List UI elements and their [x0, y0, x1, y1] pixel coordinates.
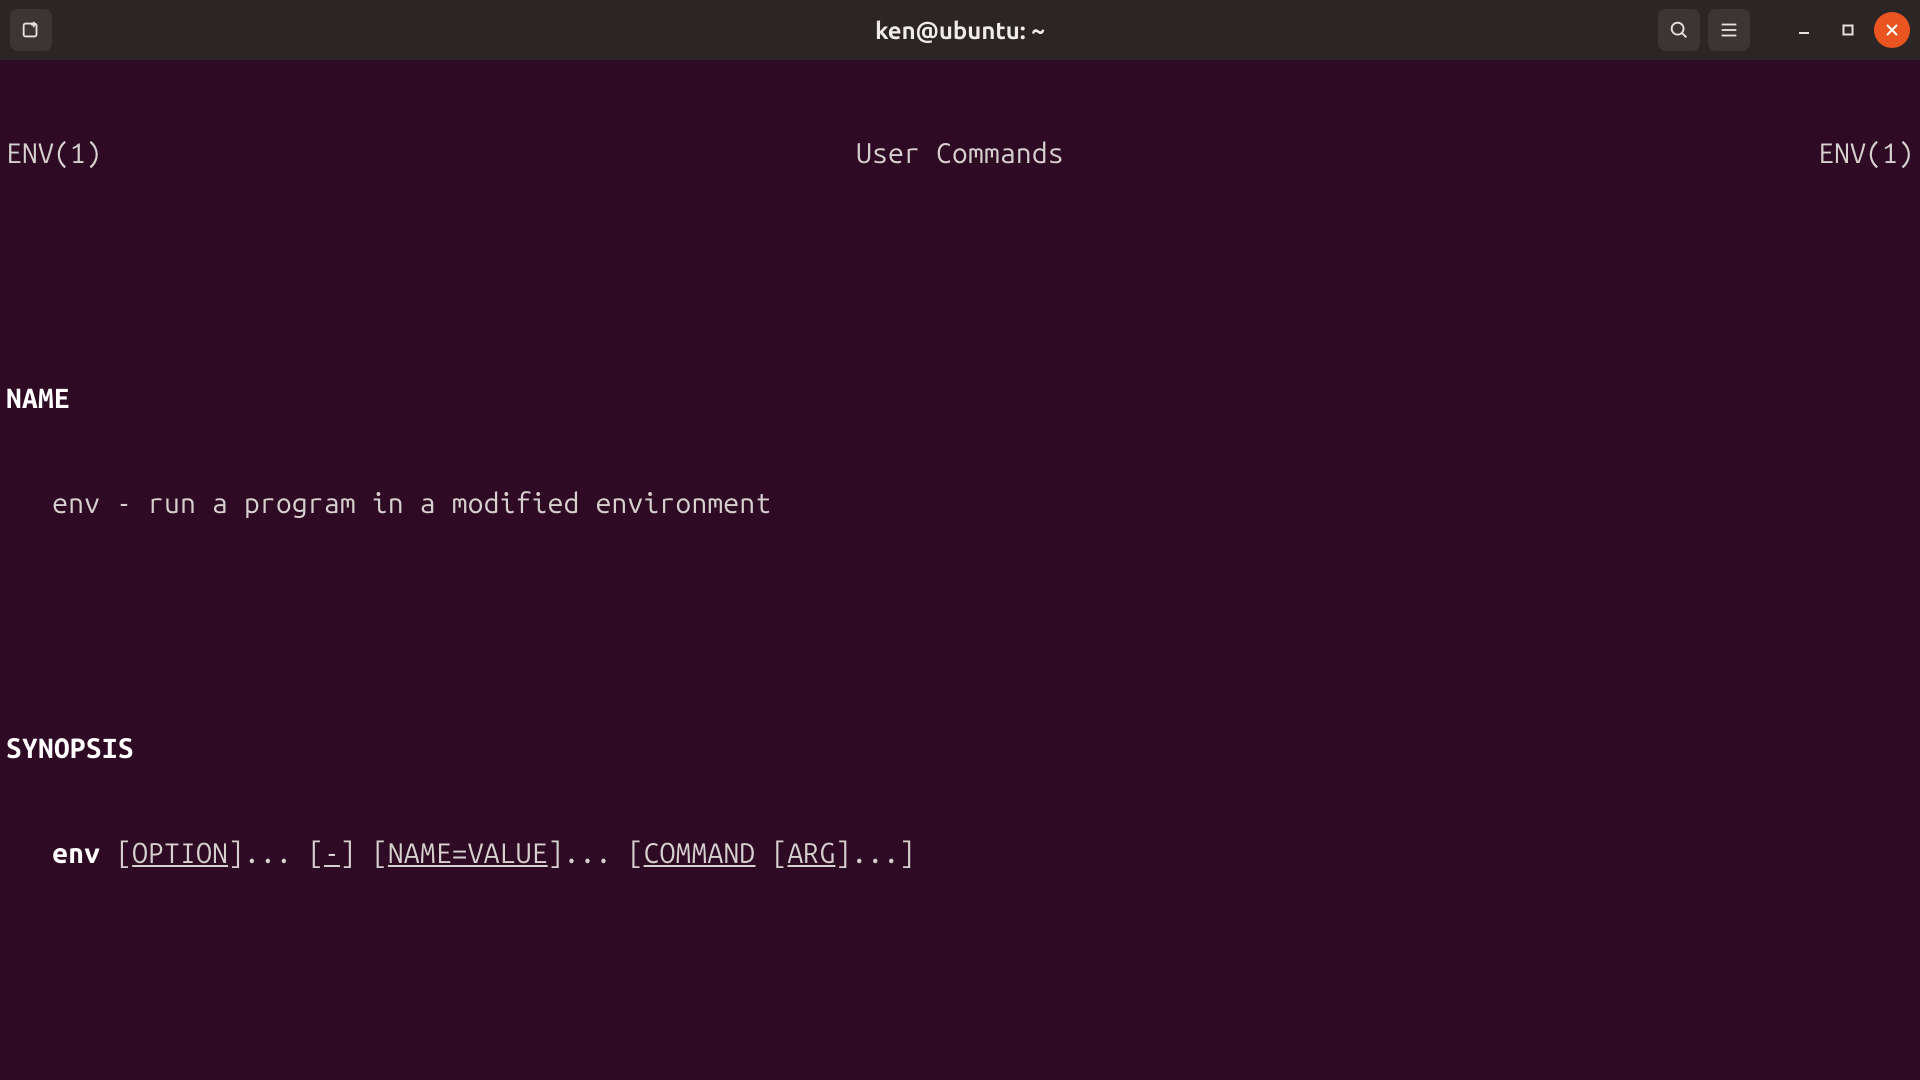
new-tab-button[interactable] — [10, 9, 52, 51]
search-button[interactable] — [1658, 9, 1700, 51]
window-maximize-button[interactable] — [1830, 12, 1866, 48]
manpage-header-left: ENV(1) — [6, 136, 102, 171]
terminal-viewport[interactable]: ENV(1) User Commands ENV(1) NAME env - r… — [0, 60, 1920, 1080]
window-title: ken@ubuntu: ~ — [0, 17, 1920, 44]
hamburger-icon — [1718, 19, 1740, 41]
new-tab-icon — [20, 19, 42, 41]
window-close-button[interactable] — [1874, 12, 1910, 48]
manpage-header-right: ENV(1) — [1818, 136, 1914, 171]
window-titlebar: ken@ubuntu: ~ — [0, 0, 1920, 60]
search-icon — [1668, 19, 1690, 41]
window-minimize-button[interactable] — [1786, 12, 1822, 48]
manpage-header-center: User Commands — [102, 136, 1818, 171]
close-icon — [1884, 22, 1900, 38]
minimize-icon — [1796, 22, 1812, 38]
synopsis-line: env [OPTION]... [-] [NAME=VALUE]... [COM… — [6, 836, 1914, 871]
section-heading-name: NAME — [6, 381, 1914, 416]
maximize-icon — [1840, 22, 1856, 38]
menu-button[interactable] — [1708, 9, 1750, 51]
section-heading-synopsis: SYNOPSIS — [6, 731, 1914, 766]
manpage-header: ENV(1) User Commands ENV(1) — [6, 136, 1914, 171]
name-line: env - run a program in a modified enviro… — [6, 486, 1914, 521]
